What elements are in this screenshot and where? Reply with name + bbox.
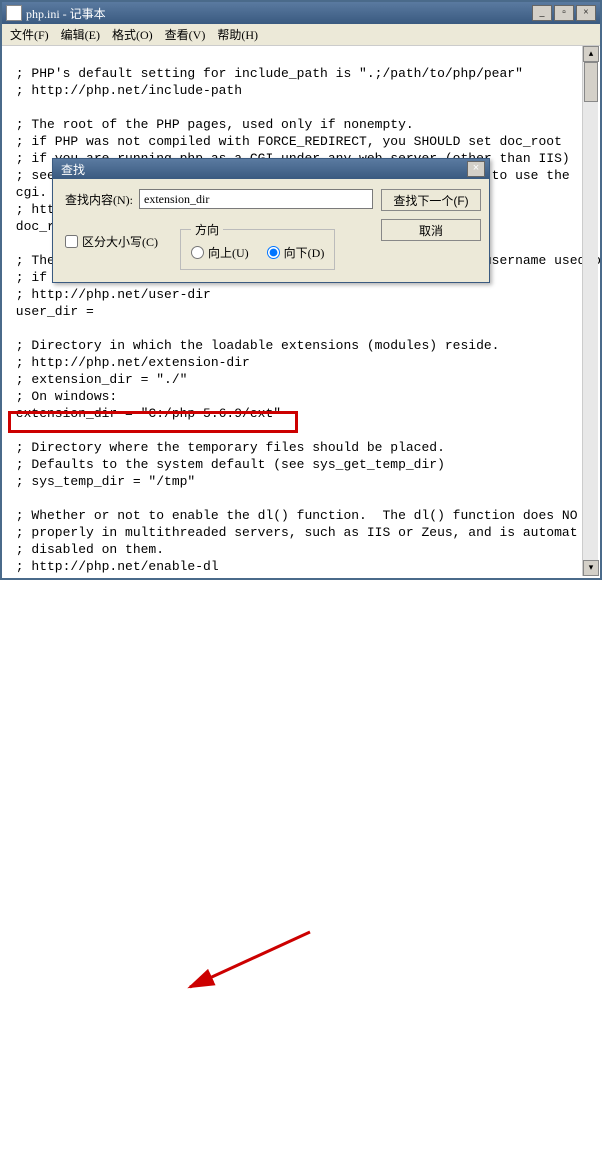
menu-edit[interactable]: 编辑(E)	[55, 24, 106, 45]
main-titlebar[interactable]: php.ini - 记事本 _ ▫ ×	[2, 2, 600, 24]
radio-down-label: 向下(D)	[284, 244, 325, 261]
menubar: 文件(F) 编辑(E) 格式(O) 查看(V) 帮助(H)	[2, 24, 600, 46]
cancel-button[interactable]: 取消	[381, 219, 481, 241]
menu-help[interactable]: 帮助(H)	[211, 24, 264, 45]
find-next-button[interactable]: 查找下一个(F)	[381, 189, 481, 211]
find-label: 查找内容(N):	[65, 191, 133, 208]
app-icon	[6, 5, 22, 21]
scroll-thumb[interactable]	[584, 62, 598, 102]
menu-view[interactable]: 查看(V)	[159, 24, 212, 45]
radio-up-input[interactable]	[191, 246, 204, 259]
close-button[interactable]: ×	[576, 5, 596, 21]
radio-down-input[interactable]	[267, 246, 280, 259]
menu-file[interactable]: 文件(F)	[4, 24, 55, 45]
case-label: 区分大小写(C)	[82, 233, 158, 250]
window-title: php.ini - 记事本	[26, 5, 532, 22]
case-checkbox-input[interactable]	[65, 235, 78, 248]
find-input[interactable]	[139, 189, 373, 209]
direction-legend: 方向	[191, 221, 223, 238]
annotation-arrow	[0, 580, 602, 1160]
dialog-titlebar[interactable]: 查找 ×	[53, 159, 489, 179]
dialog-close-button[interactable]: ×	[467, 161, 485, 177]
direction-fieldset: 方向 向上(U) 向下(D)	[180, 221, 335, 270]
case-sensitive-checkbox[interactable]: 区分大小写(C)	[65, 233, 158, 250]
menu-format[interactable]: 格式(O)	[106, 24, 159, 45]
maximize-button[interactable]: ▫	[554, 5, 574, 21]
scroll-up-button[interactable]: ▴	[583, 46, 599, 62]
dialog-title: 查找	[57, 161, 467, 178]
direction-down-radio[interactable]: 向下(D)	[267, 244, 325, 261]
notepad-window: php.ini - 记事本 _ ▫ × 文件(F) 编辑(E) 格式(O) 查看…	[0, 0, 602, 580]
scroll-down-button[interactable]: ▾	[583, 560, 599, 576]
vertical-scrollbar[interactable]: ▴ ▾	[582, 46, 598, 576]
radio-up-label: 向上(U)	[208, 244, 249, 261]
direction-up-radio[interactable]: 向上(U)	[191, 244, 249, 261]
text-content[interactable]: ; PHP's default setting for include_path…	[2, 46, 600, 578]
find-dialog: 查找 × 查找内容(N): 区分大小写(C) 方向 向上(U)	[52, 158, 490, 283]
minimize-button[interactable]: _	[532, 5, 552, 21]
